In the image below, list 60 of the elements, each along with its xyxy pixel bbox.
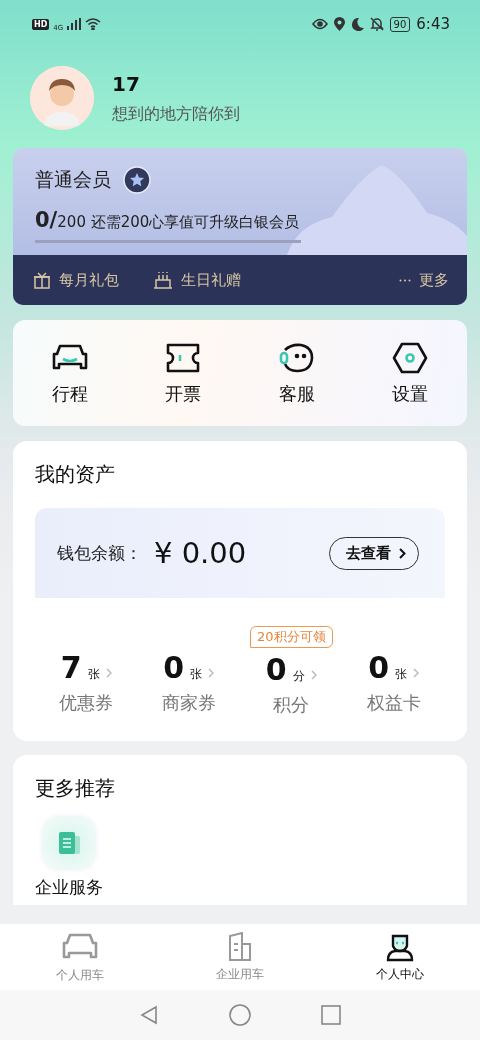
stat-value: 0	[265, 652, 287, 687]
settings-icon	[392, 342, 429, 374]
star-badge-icon	[123, 166, 151, 194]
perk-link[interactable]: 每月礼包	[33, 270, 119, 290]
clock-time: 6:43	[416, 15, 450, 33]
stat-value: 0	[163, 650, 185, 685]
gift-icon	[33, 271, 51, 289]
slogan: 想到的地方陪你到	[112, 103, 240, 125]
stat-label: 商家券	[161, 691, 216, 715]
perk-link[interactable]: 生日礼赠	[153, 270, 241, 290]
avatar[interactable]	[30, 66, 94, 130]
chevron-icon	[105, 668, 112, 678]
quick-action[interactable]: 行程	[13, 342, 127, 406]
tab[interactable]: 个人用车	[0, 930, 160, 984]
chevron-icon	[399, 547, 406, 559]
user-name: 17	[112, 71, 141, 96]
hd-indicator: HD	[32, 18, 50, 30]
chevron-icon	[310, 670, 317, 680]
quick-action[interactable]: 客服	[240, 342, 354, 406]
wallet-balance: ¥ 0.00	[154, 536, 247, 570]
stat-label: 权益卡	[366, 691, 421, 715]
recents-icon[interactable]	[321, 1005, 341, 1025]
chevron-icon	[413, 668, 420, 678]
muted-bell-icon	[369, 17, 384, 31]
stat-label: 优惠券	[59, 691, 114, 715]
more-link[interactable]: 更多	[419, 270, 449, 290]
section-title: 更多推荐	[35, 775, 116, 802]
chat-face-icon	[278, 342, 315, 374]
asset-stat[interactable]: 7 张 优惠券	[35, 626, 138, 717]
stat-unit: 分	[292, 668, 305, 685]
cake-icon	[153, 271, 173, 289]
moon-icon	[350, 17, 364, 31]
back-icon[interactable]	[139, 1005, 159, 1025]
membership-title: 普通会员	[35, 167, 111, 192]
quick-action[interactable]: 设置	[353, 342, 467, 406]
ticket-icon	[165, 342, 202, 374]
stat-label: 积分	[273, 693, 310, 717]
section-title: 我的资产	[35, 461, 116, 488]
battery-indicator: 90	[389, 16, 411, 32]
asset-stat[interactable]: 20积分可领 0 分 积分	[240, 626, 343, 717]
stat-value: 0	[368, 650, 390, 685]
tab[interactable]: 个人中心	[320, 931, 480, 983]
home-icon[interactable]	[229, 1004, 251, 1026]
stat-unit: 张	[87, 666, 100, 683]
stat-unit: 张	[190, 666, 203, 683]
more-dots-icon	[399, 278, 411, 282]
eye-icon	[311, 18, 328, 30]
stat-value: 7	[60, 650, 82, 685]
tab[interactable]: 企业用车	[160, 931, 320, 983]
wallet-label: 钱包余额：	[57, 541, 142, 565]
stat-unit: 张	[395, 666, 408, 683]
quick-action[interactable]: 开票	[126, 342, 240, 406]
asset-stat[interactable]: 0 张 权益卡	[342, 626, 445, 717]
wifi-icon	[85, 18, 102, 30]
chevron-icon	[208, 668, 215, 678]
asset-stat[interactable]: 0 张 商家券	[137, 626, 240, 717]
signal-icon	[67, 18, 82, 30]
points-badge: 20积分可领	[249, 626, 333, 648]
location-icon	[333, 17, 345, 31]
upgrade-progress-text: 0/200 还需200心享值可升级白银会员	[35, 208, 301, 232]
